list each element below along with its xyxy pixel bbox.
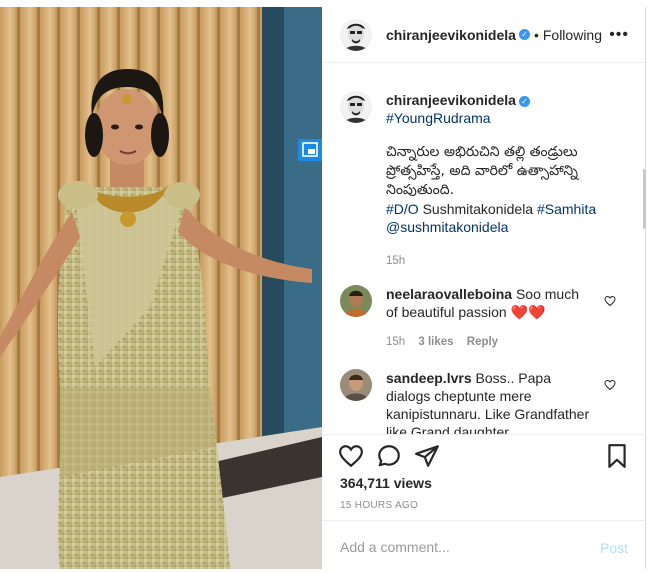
comment-like-heart-icon[interactable] <box>604 379 616 391</box>
post-author-username[interactable]: chiranjeevikonidela <box>386 27 516 43</box>
commenter-avatar[interactable] <box>340 369 372 401</box>
hashtag-youngrudrama[interactable]: #YoungRudrama <box>386 109 596 127</box>
comment-text-cont: of beautiful passion <box>386 304 507 320</box>
comment-text-cont: like Grand daughter <box>386 424 509 434</box>
commenter-username[interactable]: sandeep.lvrs <box>386 370 472 386</box>
verified-badge-icon: ✓ <box>518 29 530 40</box>
comment-text-cont: kanipistunnaru. Like Grandfather <box>386 406 590 422</box>
verified-badge-icon: ✓ <box>518 96 530 107</box>
comment-text: Soo much <box>515 286 579 302</box>
caption-time[interactable]: 15h <box>386 252 596 270</box>
separator-dot: • <box>533 26 539 43</box>
post-comment-button[interactable]: Post <box>600 540 628 556</box>
following-button[interactable]: Following <box>543 27 602 43</box>
mention-sushmitakonidela[interactable]: @sushmitakonidela <box>386 218 596 236</box>
caption-body: chiranjeevikonidela ✓ #YoungRudrama చిన్న… <box>386 91 596 270</box>
comment-body: neelaraovalleboina Soo much of beautiful… <box>386 285 579 351</box>
heart-icon[interactable] <box>338 443 364 469</box>
share-icon[interactable] <box>414 443 440 469</box>
caption-daughter-name: Sushmitakonidela <box>422 201 534 217</box>
avatar[interactable] <box>340 18 372 51</box>
instagram-post-window: chiranjeevikonidela ✓ • Following ••• ch… <box>0 0 650 573</box>
reply-button[interactable]: Reply <box>467 336 498 348</box>
post-timestamp[interactable]: 15 HOURS AGO <box>340 500 418 511</box>
hashtag-samhita[interactable]: #Samhita <box>537 201 596 217</box>
more-icon[interactable]: ••• <box>609 26 629 44</box>
comment-text: Boss.. Papa <box>475 370 552 386</box>
comment-body: sandeep.lvrs Boss.. Papa dialogs cheptun… <box>386 369 589 434</box>
comment-like-heart-icon[interactable] <box>604 295 616 307</box>
view-count[interactable]: 364,711 views <box>340 475 432 491</box>
caption-avatar[interactable] <box>340 91 372 123</box>
caption-line-3: నింపుతుంది. <box>386 182 455 198</box>
hashtag-do[interactable]: #D/O <box>386 201 419 217</box>
comment-icon[interactable] <box>376 443 402 469</box>
scrollbar[interactable] <box>643 169 646 229</box>
comment-text-cont: dialogs cheptunte mere <box>386 388 532 404</box>
comment-likes[interactable]: 3 likes <box>418 336 453 348</box>
caption-text: చిన్నారుల అభిరుచిని తల్లి తండ్రులు ప్రోత… <box>386 143 596 200</box>
action-bar <box>322 434 646 478</box>
caption-line-1: చిన్నారుల అభిరుచిని తల్లి తండ్రులు <box>386 144 578 160</box>
commenter-avatar[interactable] <box>340 285 372 317</box>
heart-emoji: ❤️❤️ <box>510 304 546 320</box>
caption: chiranjeevikonidela ✓ #YoungRudrama చిన్న… <box>340 91 596 270</box>
comment-item: sandeep.lvrs Boss.. Papa dialogs cheptun… <box>340 369 589 434</box>
caption-username[interactable]: chiranjeevikonidela <box>386 92 516 108</box>
add-comment-bar: Post <box>322 520 646 569</box>
post-details-panel: chiranjeevikonidela ✓ • Following ••• ch… <box>322 7 646 569</box>
caption-line-2: ప్రోత్సహిస్తే, అది వారిలో ఉత్సాహాన్ని <box>386 163 578 179</box>
add-comment-input[interactable] <box>338 535 572 559</box>
post-video[interactable] <box>0 7 322 569</box>
comment-item: neelaraovalleboina Soo much of beautiful… <box>340 285 579 351</box>
video-frame-image <box>0 7 322 569</box>
comments-scroll-area[interactable]: chiranjeevikonidela ✓ #YoungRudrama చిన్న… <box>322 63 646 434</box>
picture-in-picture-icon[interactable] <box>298 139 322 161</box>
comment-meta: 15h 3 likes Reply <box>386 333 579 351</box>
commenter-username[interactable]: neelaraovalleboina <box>386 286 512 302</box>
comment-time[interactable]: 15h <box>386 336 405 348</box>
bookmark-icon[interactable] <box>604 443 630 469</box>
post-header: chiranjeevikonidela ✓ • Following ••• <box>322 7 645 63</box>
